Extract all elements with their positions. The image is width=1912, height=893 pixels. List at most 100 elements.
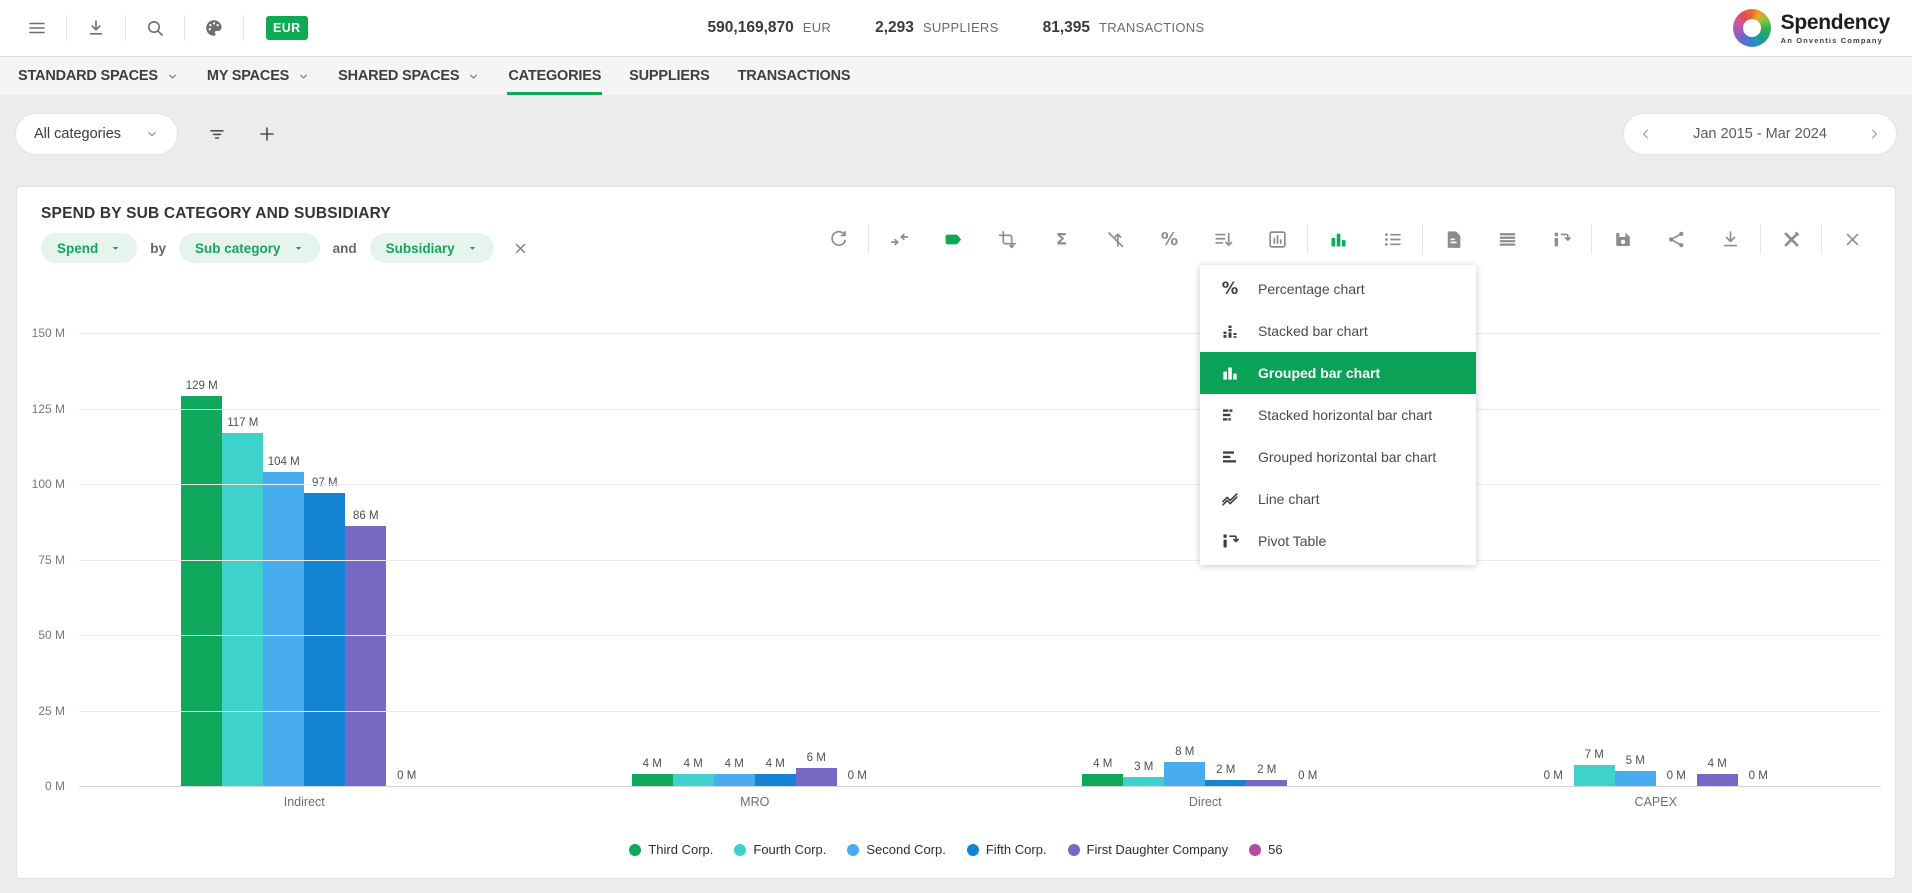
remove-dimension-button[interactable] <box>512 240 529 257</box>
merge-arrows-icon <box>889 229 910 250</box>
no-sort-button[interactable] <box>1101 225 1129 253</box>
sigma-button[interactable]: Σ <box>1047 225 1075 253</box>
x-axis-label-capex: CAPEX <box>1635 795 1677 809</box>
download-icon <box>1720 229 1741 250</box>
tab-label: SUPPLIERS <box>629 68 709 84</box>
chevron-left-icon[interactable] <box>1639 127 1653 141</box>
tab-shared-spaces[interactable]: SHARED SPACES <box>324 57 494 95</box>
bar-second-corp-capex[interactable] <box>1615 771 1656 786</box>
pivot-icon <box>1551 229 1572 250</box>
sort-desc-button[interactable] <box>1209 225 1237 253</box>
pivot-button[interactable] <box>1547 225 1575 253</box>
hamburger-button[interactable] <box>8 18 66 38</box>
currency-badge[interactable]: EUR <box>266 16 308 40</box>
tag-button[interactable] <box>939 225 967 253</box>
legend-item-second-corp[interactable]: Second Corp. <box>847 842 946 857</box>
gridline <box>79 333 1881 334</box>
download-button[interactable] <box>67 18 125 38</box>
svg-text:%: % <box>1160 229 1177 249</box>
bar-value-label: 7 M <box>1585 749 1604 761</box>
date-range-picker[interactable]: Jan 2015 - Mar 2024 <box>1624 114 1896 154</box>
bar-fourth-corp-capex[interactable] <box>1574 765 1615 786</box>
menu-item-pivot-table[interactable]: Pivot Table <box>1200 520 1476 562</box>
chip-label: Sub category <box>195 241 281 256</box>
chart-box-button[interactable] <box>1263 225 1291 253</box>
divider <box>1422 224 1423 254</box>
y-axis-tick: 100 M <box>32 477 65 491</box>
category-select[interactable]: All categories <box>16 114 177 154</box>
percent-button[interactable]: % <box>1155 225 1183 253</box>
category-select-value: All categories <box>34 126 121 142</box>
tag-icon <box>943 229 964 250</box>
gridline <box>79 484 1881 485</box>
chip-subsidiary[interactable]: Subsidiary <box>370 233 494 263</box>
chevron-right-icon[interactable] <box>1867 127 1881 141</box>
bar-first-daughter-company-indirect[interactable] <box>345 526 386 786</box>
tab-label: SHARED SPACES <box>338 68 459 84</box>
menu-item-percentage-chart[interactable]: %Percentage chart <box>1200 268 1476 310</box>
legend-item-fifth-corp[interactable]: Fifth Corp. <box>967 842 1047 857</box>
legend-dot-icon <box>1068 844 1080 856</box>
menu-item-line-chart[interactable]: Line chart <box>1200 478 1476 520</box>
caret-down-icon <box>467 243 478 254</box>
kpi-value: 81,395 <box>1043 19 1090 37</box>
kpi-suppliers: 2,293SUPPLIERS <box>875 19 998 37</box>
menu-item-grouped-bar-chart[interactable]: Grouped bar chart <box>1200 352 1476 394</box>
tab-transactions[interactable]: TRANSACTIONS <box>724 57 865 95</box>
menu-item-label: Percentage chart <box>1258 281 1365 297</box>
tab-suppliers[interactable]: SUPPLIERS <box>615 57 723 95</box>
chip-spend[interactable]: Spend <box>41 233 137 263</box>
chevron-down-icon <box>297 70 310 83</box>
bar-fourth-corp-mro[interactable] <box>673 774 714 786</box>
legend-item-first-daughter-company[interactable]: First Daughter Company <box>1068 842 1229 857</box>
legend-item-fourth-corp[interactable]: Fourth Corp. <box>734 842 826 857</box>
tools-icon <box>1781 229 1802 250</box>
bar-fourth-corp-direct[interactable] <box>1123 777 1164 786</box>
file-button[interactable] <box>1439 225 1467 253</box>
bar-first-daughter-company-mro[interactable] <box>796 768 837 786</box>
bar-third-corp-mro[interactable] <box>632 774 673 786</box>
legend-label: First Daughter Company <box>1087 842 1229 857</box>
divider <box>1307 224 1308 254</box>
bar-second-corp-direct[interactable] <box>1164 762 1205 786</box>
legend-item-56[interactable]: 56 <box>1249 842 1282 857</box>
save-button[interactable] <box>1608 225 1636 253</box>
chevron-down-icon <box>166 70 179 83</box>
bar-value-label: 4 M <box>1093 758 1112 770</box>
bar-fourth-corp-indirect[interactable] <box>222 433 263 786</box>
bar-chart-button[interactable] <box>1324 225 1352 253</box>
search-button[interactable] <box>126 18 184 38</box>
bar-second-corp-indirect[interactable] <box>263 472 304 786</box>
filter-icon[interactable] <box>207 124 227 144</box>
download-button[interactable] <box>1716 225 1744 253</box>
share-button[interactable] <box>1662 225 1690 253</box>
close-button[interactable] <box>1838 225 1866 253</box>
menu-item-stacked-bar-chart[interactable]: Stacked bar chart <box>1200 310 1476 352</box>
conjunction-label: and <box>333 241 357 256</box>
bar-value-label: 0 M <box>1544 770 1563 782</box>
palette-button[interactable] <box>185 18 243 38</box>
menu-item-grouped-horizontal-bar-chart[interactable]: Grouped horizontal bar chart <box>1200 436 1476 478</box>
list-button[interactable] <box>1378 225 1406 253</box>
logo-tagline: An Onventis Company <box>1781 36 1890 45</box>
menu-item-stacked-horizontal-bar-chart[interactable]: Stacked horizontal bar chart <box>1200 394 1476 436</box>
bar-third-corp-indirect[interactable] <box>181 396 222 786</box>
chip-sub-category[interactable]: Sub category <box>179 233 320 263</box>
rows-button[interactable] <box>1493 225 1521 253</box>
tab-categories[interactable]: CATEGORIES <box>494 57 615 95</box>
bar-fifth-corp-mro[interactable] <box>755 774 796 786</box>
bar-fifth-corp-indirect[interactable] <box>304 493 345 786</box>
menu-item-label: Pivot Table <box>1258 533 1326 549</box>
bar-first-daughter-company-capex[interactable] <box>1697 774 1738 786</box>
legend-item-third-corp[interactable]: Third Corp. <box>629 842 713 857</box>
merge-arrows-button[interactable] <box>885 225 913 253</box>
chevron-down-icon <box>145 127 159 141</box>
tab-my-spaces[interactable]: MY SPACES <box>193 57 324 95</box>
crop-button[interactable] <box>993 225 1021 253</box>
bar-second-corp-mro[interactable] <box>714 774 755 786</box>
bar-third-corp-direct[interactable] <box>1082 774 1123 786</box>
tab-standard-spaces[interactable]: STANDARD SPACES <box>4 57 193 95</box>
add-widget-button[interactable] <box>257 124 277 144</box>
tools-button[interactable] <box>1777 225 1805 253</box>
refresh-button[interactable] <box>824 225 852 253</box>
